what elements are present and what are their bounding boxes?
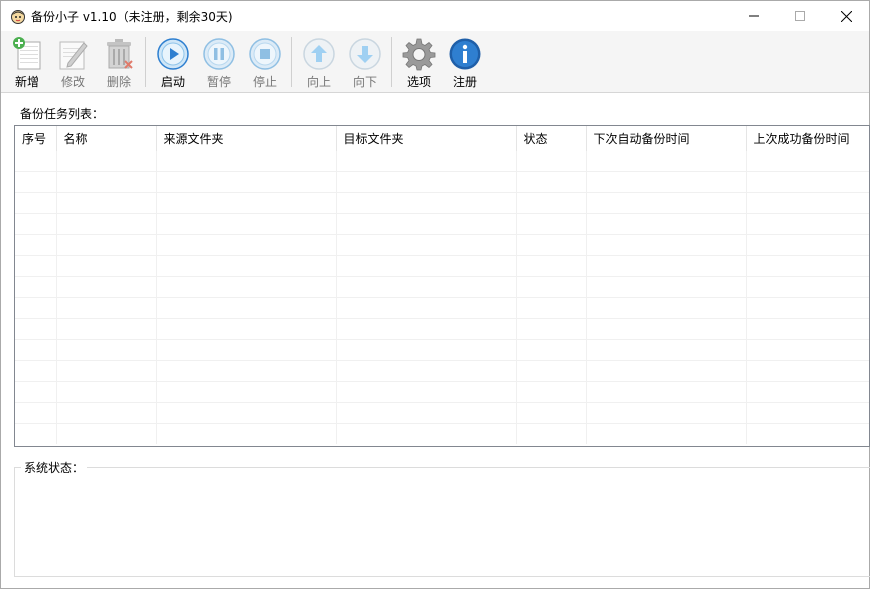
system-status-label: 系统状态： bbox=[21, 459, 88, 476]
maximize-icon bbox=[795, 11, 805, 21]
table-empty-row bbox=[15, 254, 869, 276]
column-header-source-folder[interactable]: 来源文件夹 bbox=[156, 126, 337, 151]
minimize-icon bbox=[749, 15, 759, 17]
start-button[interactable]: 启动 bbox=[151, 35, 195, 89]
stop-button[interactable]: 停止 bbox=[243, 35, 287, 89]
table-empty-row bbox=[15, 317, 869, 339]
close-button[interactable] bbox=[823, 1, 869, 31]
table-empty-row bbox=[15, 212, 869, 234]
move-down-button-label: 向下 bbox=[352, 75, 377, 89]
minimize-button[interactable] bbox=[731, 1, 777, 31]
column-header-status[interactable]: 状态 bbox=[516, 126, 587, 151]
add-button[interactable]: 新增 bbox=[5, 35, 49, 89]
play-icon bbox=[157, 38, 189, 70]
stop-button-label: 停止 bbox=[252, 75, 277, 89]
table-empty-row bbox=[15, 170, 869, 192]
add-icon bbox=[13, 37, 41, 70]
toolbar: 新增 修改 删除 启动 暂停 停止 向上 向下 选项 注册 bbox=[1, 31, 869, 93]
maximize-button[interactable] bbox=[777, 1, 823, 31]
toolbar-separator bbox=[145, 37, 146, 87]
column-header-name[interactable]: 名称 bbox=[56, 126, 157, 151]
app-window: 备份小子 v1.10（未注册，剩余30天) 新增 修改 删除 启动 暂停 停止 … bbox=[0, 0, 870, 589]
toolbar-separator bbox=[391, 37, 392, 87]
column-header-next-backup-time[interactable]: 下次自动备份时间 bbox=[586, 126, 747, 151]
delete-button-label: 删除 bbox=[106, 75, 131, 89]
column-header-target-folder[interactable]: 目标文件夹 bbox=[336, 126, 517, 151]
table-empty-row bbox=[15, 296, 869, 318]
move-up-button-label: 向上 bbox=[306, 75, 331, 89]
register-button[interactable]: 注册 bbox=[443, 35, 487, 89]
table-empty-row bbox=[15, 275, 869, 297]
arrow-down-icon bbox=[349, 38, 381, 70]
toolbar-separator bbox=[291, 37, 292, 87]
table-empty-row bbox=[15, 191, 869, 213]
stop-icon bbox=[249, 38, 281, 70]
table-empty-row bbox=[15, 359, 869, 381]
options-button-label: 选项 bbox=[406, 75, 431, 89]
column-header-index[interactable]: 序号 bbox=[15, 126, 57, 151]
pause-icon bbox=[203, 38, 235, 70]
table-empty-row bbox=[15, 338, 869, 360]
table-body bbox=[15, 151, 869, 444]
task-list-table[interactable]: 序号 名称 来源文件夹 目标文件夹 状态 下次自动备份时间 上次成功备份时间 bbox=[14, 125, 870, 447]
move-down-button[interactable]: 向下 bbox=[343, 35, 387, 89]
app-logo-icon bbox=[11, 10, 25, 24]
info-icon bbox=[449, 38, 481, 70]
window-title: 备份小子 v1.10（未注册，剩余30天) bbox=[31, 10, 233, 24]
pause-button[interactable]: 暂停 bbox=[197, 35, 241, 89]
column-header-last-success-time[interactable]: 上次成功备份时间 bbox=[746, 126, 869, 151]
arrow-up-icon bbox=[303, 38, 335, 70]
table-empty-row bbox=[15, 380, 869, 402]
close-icon bbox=[840, 10, 852, 22]
table-empty-row bbox=[15, 422, 869, 444]
title-bar: 备份小子 v1.10（未注册，剩余30天) bbox=[1, 1, 869, 31]
delete-icon bbox=[107, 39, 133, 69]
table-empty-row bbox=[15, 233, 869, 255]
start-button-label: 启动 bbox=[160, 75, 185, 89]
edit-button[interactable]: 修改 bbox=[51, 35, 95, 89]
register-button-label: 注册 bbox=[452, 75, 477, 89]
system-status-panel bbox=[14, 467, 870, 577]
edit-button-label: 修改 bbox=[60, 75, 85, 89]
gear-icon bbox=[402, 38, 436, 71]
table-empty-row bbox=[15, 401, 869, 423]
pause-button-label: 暂停 bbox=[206, 75, 231, 89]
edit-icon bbox=[59, 41, 88, 70]
move-up-button[interactable]: 向上 bbox=[297, 35, 341, 89]
table-empty-row bbox=[15, 151, 869, 171]
table-header-row: 序号 名称 来源文件夹 目标文件夹 状态 下次自动备份时间 上次成功备份时间 bbox=[15, 126, 869, 151]
task-list-label: 备份任务列表： bbox=[20, 107, 105, 121]
delete-button[interactable]: 删除 bbox=[97, 35, 141, 89]
options-button[interactable]: 选项 bbox=[397, 35, 441, 89]
add-button-label: 新增 bbox=[14, 75, 39, 89]
